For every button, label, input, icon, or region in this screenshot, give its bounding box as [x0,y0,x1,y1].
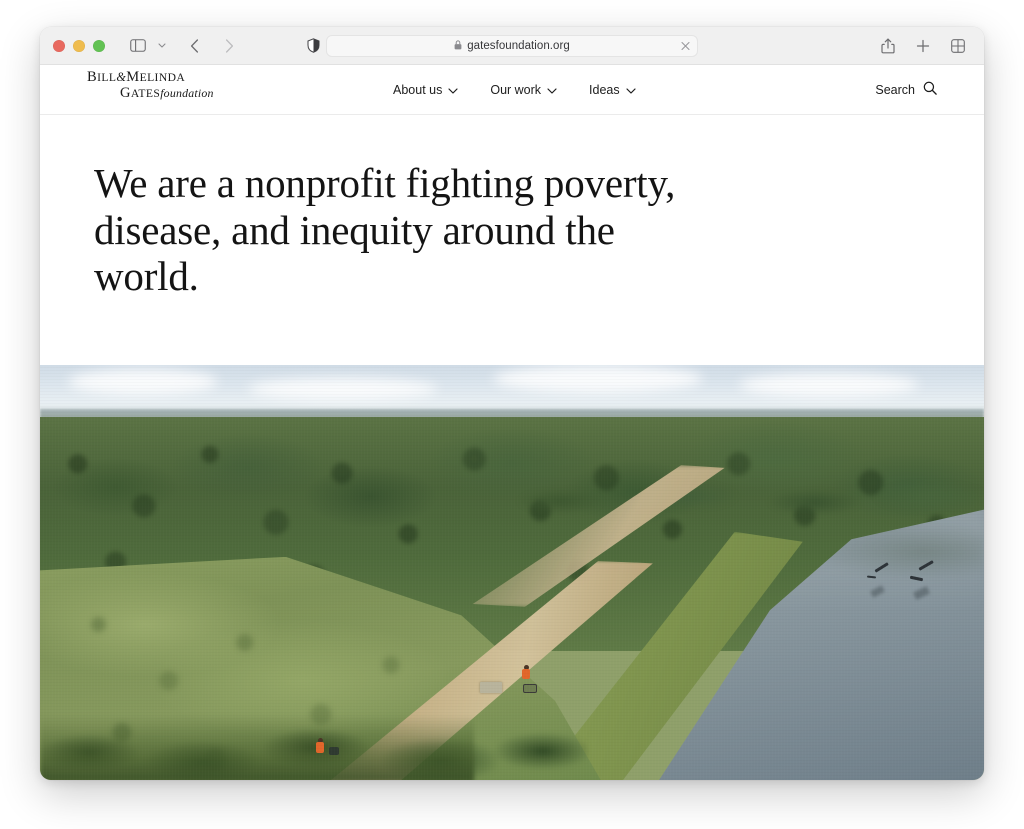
boat [866,575,877,579]
address-bar[interactable]: gatesfoundation.org [326,34,698,57]
nav-label: About us [393,82,443,97]
cyclist [516,665,538,685]
primary-navigation: About us Our work Ideas [393,83,636,97]
logo-line-two: GATESfoundation [120,84,214,101]
browser-toolbar: gatesfoundation.org [40,27,984,65]
cloud [247,377,438,400]
nav-item-about-us[interactable]: About us [393,83,458,97]
nav-item-our-work[interactable]: Our work [490,83,557,97]
back-arrow-icon[interactable] [181,34,207,58]
logo-foundation: foundation [160,85,214,100]
bicycle [523,684,538,694]
pedestrian-body [315,742,324,754]
share-icon[interactable] [875,34,901,58]
minimize-window-button[interactable] [73,39,85,52]
search-button[interactable]: Search [875,81,937,98]
close-icon[interactable] [681,41,690,50]
chevron-down-icon [448,83,458,97]
new-tab-icon[interactable] [910,34,936,58]
site-logo[interactable]: BILL&MELINDA GATESfoundation [87,70,214,100]
logo-ates: ATES [130,86,161,100]
close-window-button[interactable] [53,39,65,52]
cyclist-body [521,669,530,680]
forward-arrow-icon [216,34,242,58]
hero-image [40,365,984,780]
sidebar-icon[interactable] [125,34,151,58]
page-title: We are a nonprofit fighting poverty, dis… [94,160,676,300]
hero-text-section: We are a nonprofit fighting poverty, dis… [40,115,984,365]
search-label: Search [875,82,915,97]
shield-privacy-icon[interactable] [300,34,326,58]
browser-window: gatesfoundation.org BILL&MELINDA GATESfo… [40,27,984,780]
logo-ill: ILL [97,71,117,84]
logo-elinda: ELINDA [139,71,186,84]
url-text: gatesfoundation.org [467,39,570,52]
maximize-window-button[interactable] [93,39,105,52]
toolbar-actions-group [875,34,971,58]
address-bar-container: gatesfoundation.org [326,34,698,57]
site-header: BILL&MELINDA GATESfoundation About us Ou… [40,65,984,115]
pedestrian [314,738,330,756]
logo-ampersand: & [116,70,127,84]
nav-label: Our work [490,82,542,97]
window-traffic-lights [53,39,105,52]
logo-line-one: BILL&MELINDA [87,70,214,85]
search-icon [923,81,937,98]
foreground-grass [40,715,475,780]
logo-b: B [87,69,98,85]
chevron-down-icon [547,83,557,97]
logo-g: G [120,84,131,101]
far-shoreline-vegetation [455,469,984,524]
cargo-cart [479,681,502,693]
cloud [493,365,704,393]
logo-m: M [126,69,140,85]
lock-icon [454,37,462,55]
chevron-down-icon [626,83,636,97]
nav-item-ideas[interactable]: Ideas [589,83,636,97]
chevron-down-icon[interactable] [154,34,170,58]
nav-label: Ideas [589,82,620,97]
toolbar-navigation-group [125,34,242,58]
pedestrian-load [328,746,339,755]
tab-overview-icon[interactable] [945,34,971,58]
